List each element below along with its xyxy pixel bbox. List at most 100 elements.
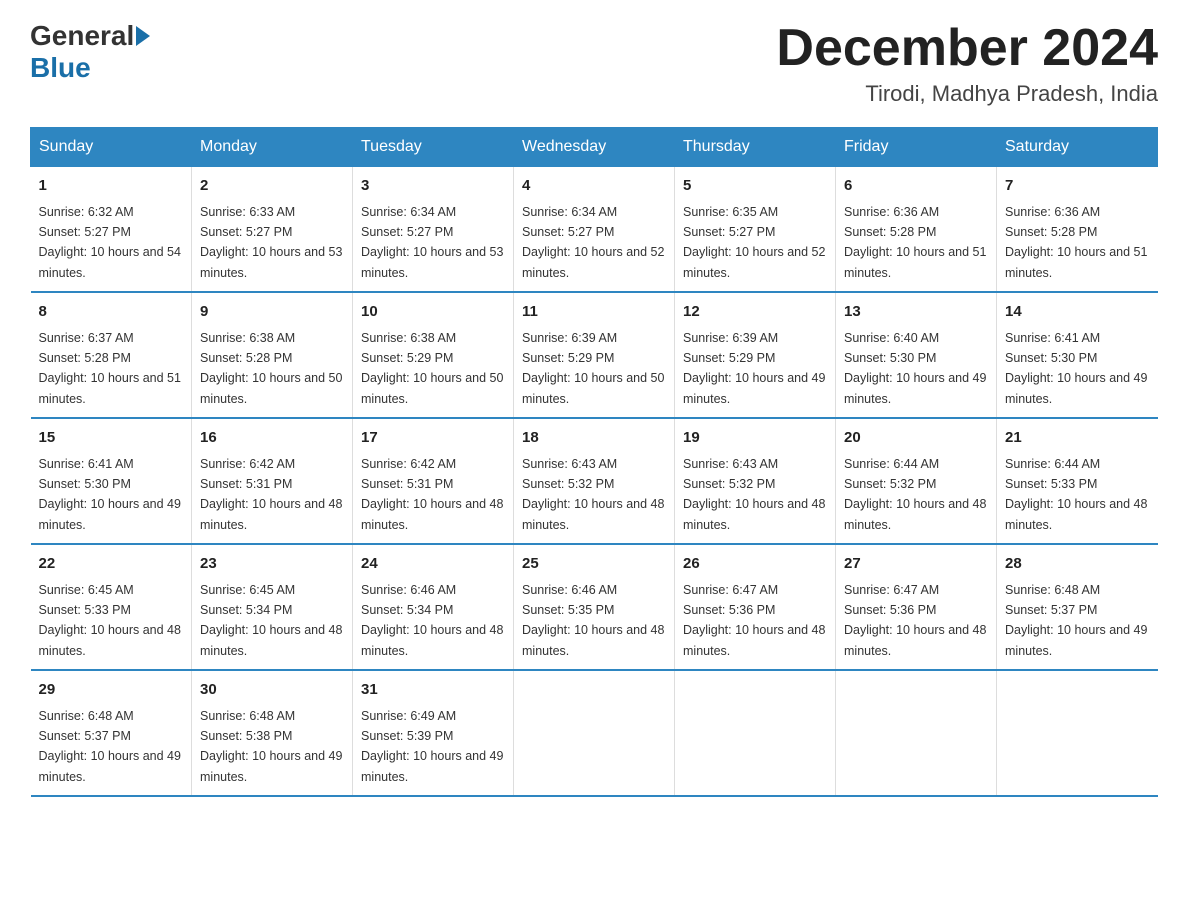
location-title: Tirodi, Madhya Pradesh, India [776, 81, 1158, 107]
day-info: Sunrise: 6:36 AMSunset: 5:28 PMDaylight:… [1005, 205, 1147, 280]
day-info: Sunrise: 6:34 AMSunset: 5:27 PMDaylight:… [361, 205, 503, 280]
day-info: Sunrise: 6:41 AMSunset: 5:30 PMDaylight:… [1005, 331, 1147, 406]
day-cell: 6 Sunrise: 6:36 AMSunset: 5:28 PMDayligh… [836, 167, 997, 293]
day-number: 9 [200, 301, 344, 324]
logo-arrow-icon [136, 26, 150, 46]
day-number: 21 [1005, 427, 1150, 450]
day-info: Sunrise: 6:46 AMSunset: 5:35 PMDaylight:… [522, 583, 664, 658]
day-info: Sunrise: 6:42 AMSunset: 5:31 PMDaylight:… [200, 457, 342, 532]
day-cell: 17 Sunrise: 6:42 AMSunset: 5:31 PMDaylig… [353, 418, 514, 544]
day-number: 13 [844, 301, 988, 324]
day-cell: 27 Sunrise: 6:47 AMSunset: 5:36 PMDaylig… [836, 544, 997, 670]
day-info: Sunrise: 6:43 AMSunset: 5:32 PMDaylight:… [683, 457, 825, 532]
day-cell: 29 Sunrise: 6:48 AMSunset: 5:37 PMDaylig… [31, 670, 192, 796]
month-title: December 2024 [776, 20, 1158, 77]
day-number: 7 [1005, 175, 1150, 198]
page-header: General Blue December 2024 Tirodi, Madhy… [30, 20, 1158, 107]
day-info: Sunrise: 6:48 AMSunset: 5:38 PMDaylight:… [200, 709, 342, 784]
day-cell: 11 Sunrise: 6:39 AMSunset: 5:29 PMDaylig… [514, 292, 675, 418]
day-number: 19 [683, 427, 827, 450]
day-info: Sunrise: 6:32 AMSunset: 5:27 PMDaylight:… [39, 205, 181, 280]
day-info: Sunrise: 6:47 AMSunset: 5:36 PMDaylight:… [683, 583, 825, 658]
day-cell: 21 Sunrise: 6:44 AMSunset: 5:33 PMDaylig… [997, 418, 1158, 544]
day-info: Sunrise: 6:47 AMSunset: 5:36 PMDaylight:… [844, 583, 986, 658]
day-info: Sunrise: 6:38 AMSunset: 5:28 PMDaylight:… [200, 331, 342, 406]
header-friday: Friday [836, 128, 997, 167]
day-number: 17 [361, 427, 505, 450]
day-cell: 20 Sunrise: 6:44 AMSunset: 5:32 PMDaylig… [836, 418, 997, 544]
day-number: 10 [361, 301, 505, 324]
day-cell: 19 Sunrise: 6:43 AMSunset: 5:32 PMDaylig… [675, 418, 836, 544]
day-cell: 12 Sunrise: 6:39 AMSunset: 5:29 PMDaylig… [675, 292, 836, 418]
day-cell: 22 Sunrise: 6:45 AMSunset: 5:33 PMDaylig… [31, 544, 192, 670]
header-sunday: Sunday [31, 128, 192, 167]
week-row-4: 22 Sunrise: 6:45 AMSunset: 5:33 PMDaylig… [31, 544, 1158, 670]
day-info: Sunrise: 6:34 AMSunset: 5:27 PMDaylight:… [522, 205, 664, 280]
day-number: 28 [1005, 553, 1150, 576]
day-info: Sunrise: 6:46 AMSunset: 5:34 PMDaylight:… [361, 583, 503, 658]
day-number: 8 [39, 301, 184, 324]
header-monday: Monday [192, 128, 353, 167]
week-row-1: 1 Sunrise: 6:32 AMSunset: 5:27 PMDayligh… [31, 167, 1158, 293]
day-info: Sunrise: 6:42 AMSunset: 5:31 PMDaylight:… [361, 457, 503, 532]
day-cell [675, 670, 836, 796]
week-row-3: 15 Sunrise: 6:41 AMSunset: 5:30 PMDaylig… [31, 418, 1158, 544]
day-info: Sunrise: 6:43 AMSunset: 5:32 PMDaylight:… [522, 457, 664, 532]
day-number: 31 [361, 679, 505, 702]
day-info: Sunrise: 6:48 AMSunset: 5:37 PMDaylight:… [1005, 583, 1147, 658]
day-cell: 15 Sunrise: 6:41 AMSunset: 5:30 PMDaylig… [31, 418, 192, 544]
day-number: 1 [39, 175, 184, 198]
day-cell: 16 Sunrise: 6:42 AMSunset: 5:31 PMDaylig… [192, 418, 353, 544]
day-info: Sunrise: 6:33 AMSunset: 5:27 PMDaylight:… [200, 205, 342, 280]
day-cell [997, 670, 1158, 796]
day-info: Sunrise: 6:39 AMSunset: 5:29 PMDaylight:… [522, 331, 664, 406]
day-cell: 8 Sunrise: 6:37 AMSunset: 5:28 PMDayligh… [31, 292, 192, 418]
day-number: 2 [200, 175, 344, 198]
logo: General Blue [30, 20, 152, 84]
logo-blue-text: Blue [30, 52, 91, 84]
day-number: 5 [683, 175, 827, 198]
day-number: 11 [522, 301, 666, 324]
day-cell: 14 Sunrise: 6:41 AMSunset: 5:30 PMDaylig… [997, 292, 1158, 418]
header-thursday: Thursday [675, 128, 836, 167]
week-row-2: 8 Sunrise: 6:37 AMSunset: 5:28 PMDayligh… [31, 292, 1158, 418]
day-info: Sunrise: 6:36 AMSunset: 5:28 PMDaylight:… [844, 205, 986, 280]
day-number: 4 [522, 175, 666, 198]
day-cell: 4 Sunrise: 6:34 AMSunset: 5:27 PMDayligh… [514, 167, 675, 293]
day-info: Sunrise: 6:41 AMSunset: 5:30 PMDaylight:… [39, 457, 181, 532]
day-number: 6 [844, 175, 988, 198]
day-info: Sunrise: 6:45 AMSunset: 5:33 PMDaylight:… [39, 583, 181, 658]
day-number: 14 [1005, 301, 1150, 324]
day-info: Sunrise: 6:44 AMSunset: 5:32 PMDaylight:… [844, 457, 986, 532]
header-wednesday: Wednesday [514, 128, 675, 167]
day-number: 16 [200, 427, 344, 450]
day-info: Sunrise: 6:45 AMSunset: 5:34 PMDaylight:… [200, 583, 342, 658]
day-cell: 13 Sunrise: 6:40 AMSunset: 5:30 PMDaylig… [836, 292, 997, 418]
calendar-table: SundayMondayTuesdayWednesdayThursdayFrid… [30, 127, 1158, 797]
day-number: 25 [522, 553, 666, 576]
day-cell: 26 Sunrise: 6:47 AMSunset: 5:36 PMDaylig… [675, 544, 836, 670]
day-info: Sunrise: 6:48 AMSunset: 5:37 PMDaylight:… [39, 709, 181, 784]
day-number: 23 [200, 553, 344, 576]
day-info: Sunrise: 6:37 AMSunset: 5:28 PMDaylight:… [39, 331, 181, 406]
day-number: 20 [844, 427, 988, 450]
day-info: Sunrise: 6:38 AMSunset: 5:29 PMDaylight:… [361, 331, 503, 406]
header-tuesday: Tuesday [353, 128, 514, 167]
title-block: December 2024 Tirodi, Madhya Pradesh, In… [776, 20, 1158, 107]
day-cell [836, 670, 997, 796]
day-info: Sunrise: 6:40 AMSunset: 5:30 PMDaylight:… [844, 331, 986, 406]
day-number: 29 [39, 679, 184, 702]
header-saturday: Saturday [997, 128, 1158, 167]
day-cell: 30 Sunrise: 6:48 AMSunset: 5:38 PMDaylig… [192, 670, 353, 796]
day-cell: 31 Sunrise: 6:49 AMSunset: 5:39 PMDaylig… [353, 670, 514, 796]
day-number: 22 [39, 553, 184, 576]
day-number: 15 [39, 427, 184, 450]
week-row-5: 29 Sunrise: 6:48 AMSunset: 5:37 PMDaylig… [31, 670, 1158, 796]
day-cell: 25 Sunrise: 6:46 AMSunset: 5:35 PMDaylig… [514, 544, 675, 670]
day-number: 26 [683, 553, 827, 576]
day-info: Sunrise: 6:44 AMSunset: 5:33 PMDaylight:… [1005, 457, 1147, 532]
day-cell: 9 Sunrise: 6:38 AMSunset: 5:28 PMDayligh… [192, 292, 353, 418]
day-number: 12 [683, 301, 827, 324]
calendar-header-row: SundayMondayTuesdayWednesdayThursdayFrid… [31, 128, 1158, 167]
day-number: 24 [361, 553, 505, 576]
